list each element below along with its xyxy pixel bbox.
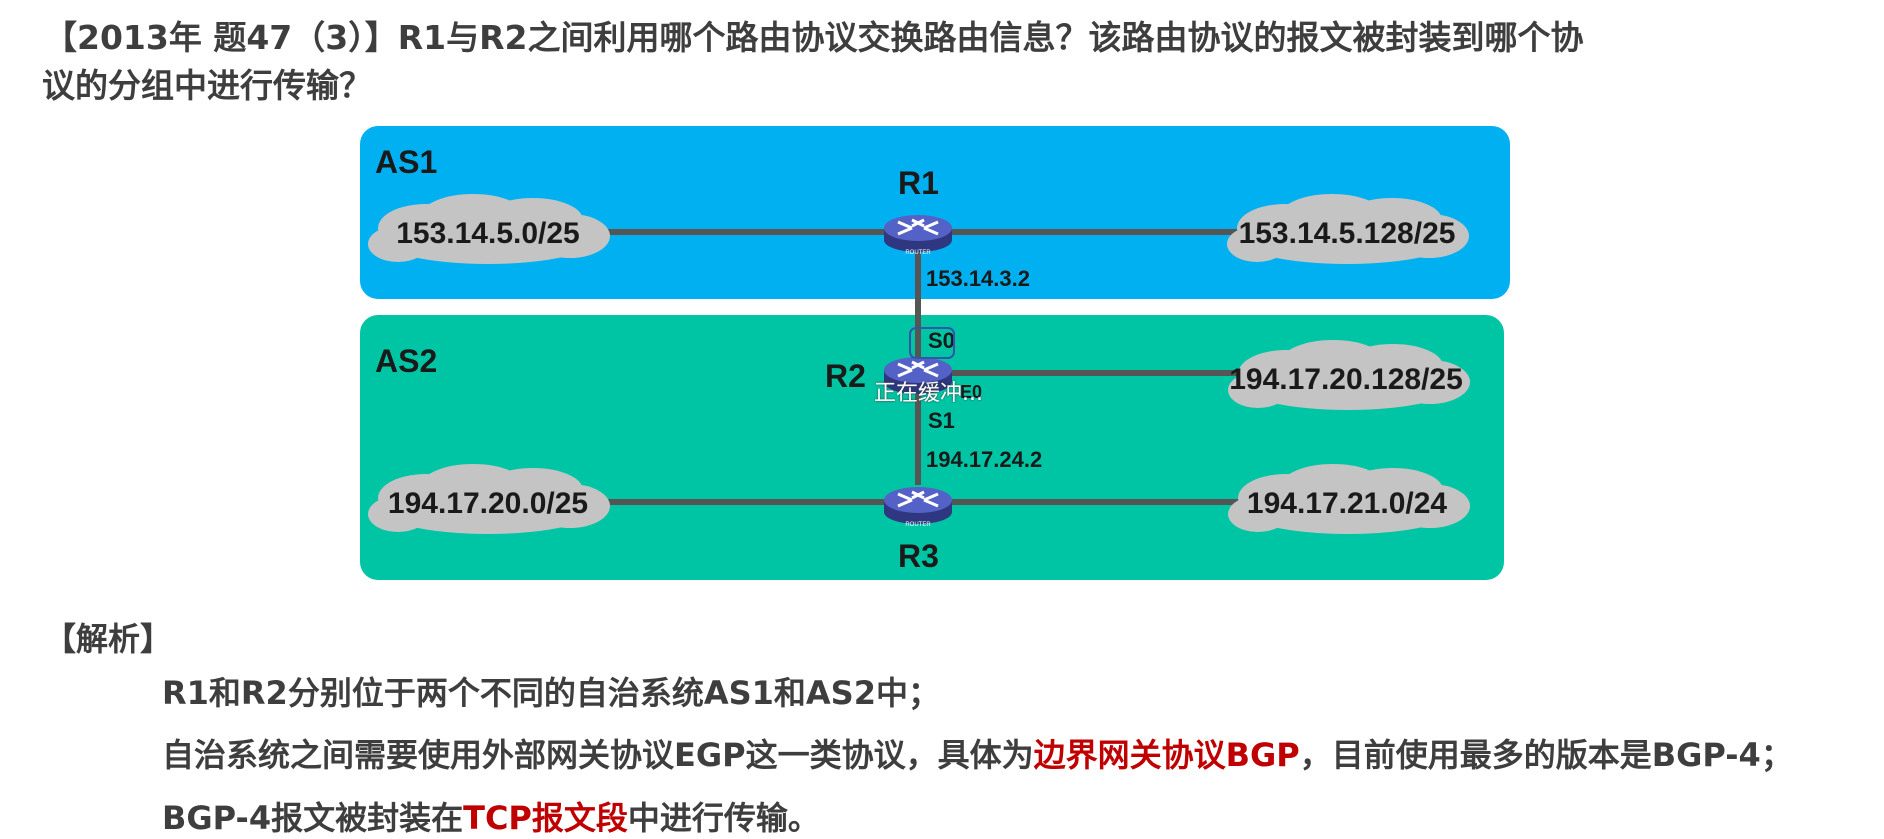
- net-label-194-17-20-0: 194.17.20.0/25: [388, 487, 588, 520]
- as2-label: AS2: [375, 343, 437, 379]
- ip-label-153-14-3-2: 153.14.3.2: [926, 266, 1030, 291]
- buffering-overlay-text: 正在缓冲...: [874, 381, 983, 406]
- net-label-194-17-21-0: 194.17.21.0/24: [1247, 487, 1448, 520]
- analysis-line-2-part-a: 自治系统之间需要使用外部网关协议EGP这一类协议，具体为: [162, 736, 1034, 774]
- net-label-153-14-5-128: 153.14.5.128/25: [1239, 217, 1456, 250]
- router-r2-label: R2: [825, 358, 866, 394]
- network-topology-diagram: AS1 AS2 153.14.5.0/25 153.14.5.128/25 19…: [360, 126, 1510, 580]
- interface-s0-label: S0: [928, 328, 955, 353]
- analysis-line-3-part-a: BGP-4报文被封装在: [162, 799, 464, 837]
- svg-text:ROUTER: ROUTER: [905, 522, 931, 528]
- router-r1-label: R1: [898, 165, 939, 201]
- analysis-line-3: BGP-4报文被封装在TCP报文段中进行传输。: [162, 793, 820, 839]
- as1-label: AS1: [375, 144, 437, 180]
- net-label-194-17-20-128: 194.17.20.128/25: [1229, 363, 1463, 396]
- interface-s1-label: S1: [928, 408, 955, 433]
- analysis-line-3-part-b: 中进行传输。: [627, 799, 820, 837]
- analysis-line-1: R1和R2分别位于两个不同的自治系统AS1和AS2中；: [162, 674, 940, 712]
- analysis-title: 【解析】: [44, 620, 173, 658]
- ip-label-194-17-24-2: 194.17.24.2: [926, 447, 1042, 472]
- analysis-line-2: 自治系统之间需要使用外部网关协议EGP这一类协议，具体为边界网关协议BGP，目前…: [162, 730, 1793, 776]
- router-r3-label: R3: [898, 538, 939, 574]
- analysis-highlight-tcp: TCP报文段: [463, 799, 628, 837]
- analysis-line-2-part-b: ，目前使用最多的版本是BGP-4；: [1299, 736, 1793, 774]
- svg-text:ROUTER: ROUTER: [905, 250, 931, 256]
- analysis-highlight-bgp: 边界网关协议BGP: [1033, 736, 1300, 774]
- net-label-153-14-5-0: 153.14.5.0/25: [396, 217, 580, 250]
